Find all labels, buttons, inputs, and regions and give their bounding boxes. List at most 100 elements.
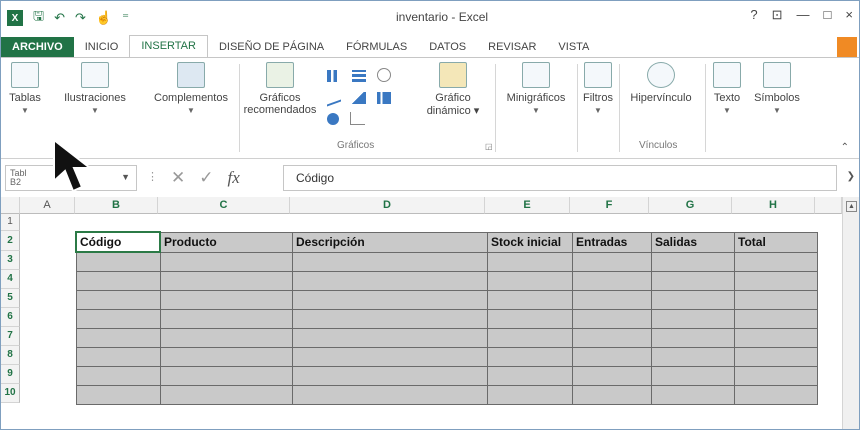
table-cell[interactable] [572, 309, 652, 329]
column-header-f[interactable]: F [570, 197, 649, 214]
column-header-c[interactable]: C [158, 197, 290, 214]
select-all-corner[interactable] [1, 197, 20, 214]
chevron-down-icon[interactable]: ▼ [121, 172, 130, 182]
row-header-7[interactable]: 7 [1, 327, 20, 346]
table-cell[interactable] [651, 385, 735, 405]
statistic-chart-icon[interactable] [377, 92, 392, 104]
row-header-2[interactable]: 2 [1, 231, 20, 251]
tab-datos[interactable]: DATOS [418, 37, 477, 57]
tab-insertar[interactable]: INSERTAR [129, 35, 208, 57]
table-cell[interactable] [572, 290, 652, 310]
table-cell[interactable] [487, 251, 573, 272]
table-cell[interactable] [651, 366, 735, 386]
scatter-chart-icon[interactable] [350, 112, 366, 125]
table-cell[interactable] [292, 366, 488, 386]
area-chart-icon[interactable] [352, 92, 367, 104]
tablas-button[interactable]: Tablas ▼ [5, 62, 45, 115]
column-header-h[interactable]: H [732, 197, 815, 214]
graficos-recomendados-button[interactable]: Gráficos recomendados [241, 62, 319, 116]
row-header-1[interactable]: 1 [1, 214, 20, 231]
header-cell-total[interactable]: Total [734, 231, 818, 253]
minimize-button[interactable]: — [797, 7, 810, 23]
column-header-b[interactable]: B [75, 197, 158, 214]
table-cell[interactable] [487, 309, 573, 329]
table-cell[interactable] [651, 290, 735, 310]
grafico-dinamico-button[interactable]: Gráfico dinámico ▾ [419, 62, 487, 117]
table-cell[interactable] [159, 309, 293, 329]
scroll-up-icon[interactable]: ▲ [846, 201, 857, 212]
table-cell[interactable] [734, 309, 818, 329]
table-cell[interactable] [292, 290, 488, 310]
table-cell[interactable] [572, 251, 652, 272]
table-cell[interactable] [651, 328, 735, 348]
tab-revisar[interactable]: REVISAR [477, 37, 547, 57]
table-cell[interactable] [734, 328, 818, 348]
tab-inicio[interactable]: INICIO [74, 37, 130, 57]
table-cell[interactable] [572, 328, 652, 348]
table-cell[interactable] [75, 290, 161, 310]
texto-button[interactable]: Texto ▼ [707, 62, 747, 115]
vertical-scrollbar[interactable]: ▲ [842, 197, 859, 429]
tab-diseno-pagina[interactable]: DISEÑO DE PÁGINA [208, 37, 335, 57]
row-header-3[interactable]: 3 [1, 251, 20, 270]
account-badge[interactable] [837, 37, 857, 59]
table-cell[interactable] [572, 347, 652, 367]
header-cell-salidas[interactable]: Salidas [651, 231, 735, 253]
formula-input[interactable]: Código [283, 165, 837, 191]
column-header-a[interactable]: A [20, 197, 75, 214]
collapse-ribbon-icon[interactable]: ⌃ [841, 142, 849, 153]
table-cell[interactable] [292, 251, 488, 272]
table-cell[interactable] [159, 366, 293, 386]
row-header-5[interactable]: 5 [1, 289, 20, 308]
table-cell[interactable] [159, 347, 293, 367]
table-cell[interactable] [75, 328, 161, 348]
table-cell[interactable] [487, 271, 573, 291]
table-cell[interactable] [159, 328, 293, 348]
table-cell[interactable] [487, 290, 573, 310]
table-cell[interactable] [734, 347, 818, 367]
table-cell[interactable] [734, 290, 818, 310]
maximize-button[interactable]: □ [824, 7, 832, 23]
header-cell-stock-inicial[interactable]: Stock inicial [487, 231, 573, 253]
hipervinculo-button[interactable]: Hipervínculo [621, 62, 701, 104]
table-cell[interactable] [75, 385, 161, 405]
table-cell[interactable] [292, 328, 488, 348]
table-cell[interactable] [292, 347, 488, 367]
table-cell[interactable] [487, 385, 573, 405]
table-cell[interactable] [572, 271, 652, 291]
header-cell-entradas[interactable]: Entradas [572, 231, 652, 253]
help-icon[interactable]: ? [750, 7, 757, 23]
insert-function-icon[interactable]: fx [228, 168, 240, 188]
row-header-6[interactable]: 6 [1, 308, 20, 327]
table-cell[interactable] [292, 271, 488, 291]
dialog-launcher-icon[interactable]: ◲ [485, 142, 493, 151]
table-cell[interactable] [292, 385, 488, 405]
table-cell[interactable] [159, 251, 293, 272]
row-header-4[interactable]: 4 [1, 270, 20, 289]
column-header-g[interactable]: G [649, 197, 732, 214]
table-cell[interactable] [487, 328, 573, 348]
table-cell[interactable] [75, 251, 161, 272]
splitter-dots-icon[interactable]: ⋮ [147, 170, 158, 183]
bar-chart-icon[interactable] [352, 70, 367, 82]
table-cell[interactable] [75, 366, 161, 386]
column-chart-icon[interactable] [327, 70, 341, 82]
touch-mode-icon[interactable]: ☝ [96, 10, 112, 26]
cancel-icon[interactable]: ✕ [171, 168, 185, 188]
close-button[interactable]: × [845, 7, 853, 23]
table-cell[interactable] [292, 309, 488, 329]
table-cell[interactable] [487, 366, 573, 386]
row-header-9[interactable]: 9 [1, 365, 20, 384]
column-header-d[interactable]: D [290, 197, 485, 214]
table-cell[interactable] [572, 366, 652, 386]
table-cell[interactable] [651, 271, 735, 291]
filtros-button[interactable]: Filtros ▼ [579, 62, 617, 115]
pie-chart-icon[interactable] [327, 113, 339, 125]
tab-formulas[interactable]: FÓRMULAS [335, 37, 418, 57]
customize-qat-icon[interactable]: ⁼ [122, 10, 129, 26]
radar-chart-icon[interactable] [377, 68, 392, 82]
complementos-button[interactable]: Complementos ▼ [145, 62, 237, 115]
header-cell-producto[interactable]: Producto [159, 231, 293, 253]
table-cell[interactable] [651, 309, 735, 329]
ilustraciones-button[interactable]: Ilustraciones ▼ [47, 62, 143, 115]
